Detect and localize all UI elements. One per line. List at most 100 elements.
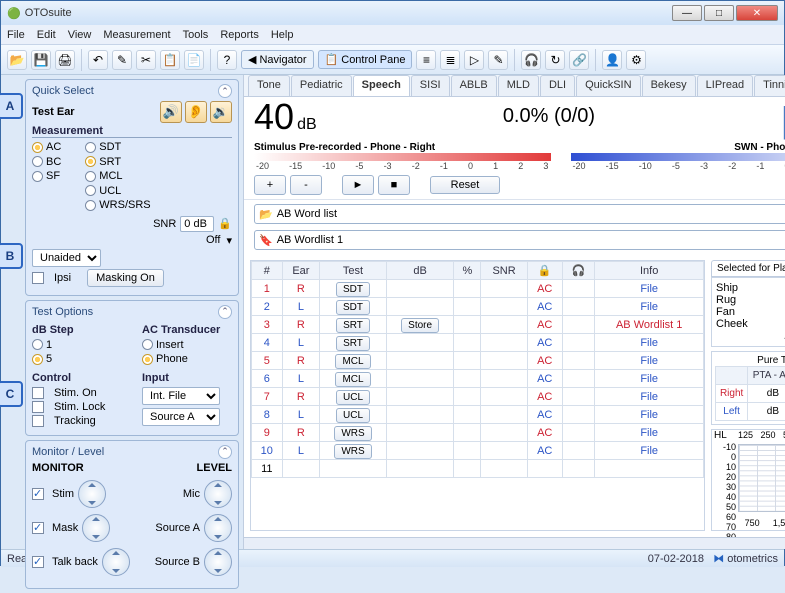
tool2-icon[interactable]: ≣ [440, 50, 460, 70]
edit-icon[interactable]: ✎ [488, 50, 508, 70]
reset-button[interactable]: Reset [430, 176, 500, 194]
user-icon[interactable]: 👤 [602, 50, 622, 70]
undo-icon[interactable]: ↶ [88, 50, 108, 70]
copy-icon[interactable]: 📋 [160, 50, 180, 70]
stim-on-checkbox[interactable] [32, 387, 44, 399]
test-sdt-button[interactable]: SDT [336, 300, 370, 315]
tab-bekesy[interactable]: Bekesy [642, 75, 696, 96]
sync-icon[interactable]: ↻ [545, 50, 565, 70]
headset-icon[interactable]: 🎧 [521, 50, 541, 70]
table-row[interactable]: 2LSDTACFile [252, 298, 704, 316]
menu-edit[interactable]: Edit [37, 29, 56, 41]
test-wrs-button[interactable]: WRS [334, 444, 371, 459]
ipsi-checkbox[interactable] [32, 272, 44, 284]
phone-radio[interactable]: Phone [142, 353, 188, 365]
tab-sisi[interactable]: SISI [411, 75, 450, 96]
ear-left-icon[interactable]: 🔉 [210, 101, 232, 123]
table-row[interactable]: 9RWRSACFile [252, 424, 704, 442]
control-panel-button[interactable]: 📋 Control Pane [318, 50, 413, 69]
menu-tools[interactable]: Tools [183, 29, 209, 41]
tab-ablb[interactable]: ABLB [451, 75, 497, 96]
meas-bc-radio[interactable]: BC [32, 156, 61, 168]
snr-input[interactable] [180, 216, 214, 232]
level-knob[interactable] [204, 480, 232, 508]
tab-tone[interactable]: Tone [248, 75, 290, 96]
meas-sf-radio[interactable]: SF [32, 170, 60, 182]
tracking-checkbox[interactable] [32, 415, 44, 427]
menu-help[interactable]: Help [271, 29, 294, 41]
cut-icon[interactable]: ✂ [136, 50, 156, 70]
test-sdt-button[interactable]: SDT [336, 282, 370, 297]
test-srt-button[interactable]: SRT [336, 336, 370, 351]
word-item[interactable]: Rug [716, 294, 785, 306]
navigator-button[interactable]: ◀ Navigator [241, 50, 314, 69]
menu-reports[interactable]: Reports [220, 29, 259, 41]
stop-button[interactable]: ■ [378, 175, 410, 195]
table-row[interactable]: 11 [252, 460, 704, 478]
aided-select[interactable]: Unaided [32, 249, 101, 267]
wordlist-folder[interactable]: 📂 AB Word list▾ [254, 204, 785, 224]
ear-right-icon[interactable]: 🔊 [160, 101, 182, 123]
store-button[interactable]: Store [401, 318, 439, 333]
insert-radio[interactable]: Insert [142, 339, 184, 351]
print-icon[interactable]: 🖨 [55, 50, 75, 70]
table-row[interactable]: 6LMCLACFile [252, 370, 704, 388]
tab-tinnitus[interactable]: Tinnitus [754, 75, 785, 96]
source-select[interactable]: Source A [142, 408, 220, 426]
meas-srt-radio[interactable]: SRT [85, 156, 121, 168]
collapse-icon[interactable]: ⌃ [218, 445, 232, 459]
save-icon[interactable]: 💾 [31, 50, 51, 70]
test-ucl-button[interactable]: UCL [336, 408, 370, 423]
tool-icon[interactable]: ≡ [416, 50, 436, 70]
table-row[interactable]: 8LUCLACFile [252, 406, 704, 424]
step-5-radio[interactable]: 5 [32, 353, 52, 365]
menu-measurement[interactable]: Measurement [103, 29, 170, 41]
tab-quicksin[interactable]: QuickSIN [576, 75, 640, 96]
table-row[interactable]: 7RUCLACFile [252, 388, 704, 406]
close-button[interactable]: ✕ [736, 5, 778, 21]
input-select[interactable]: Int. File [142, 387, 220, 405]
monitor-knob[interactable] [78, 480, 106, 508]
meas-sdt-radio[interactable]: SDT [85, 141, 121, 153]
ear-both-icon[interactable]: 👂 [185, 101, 207, 123]
test-mcl-button[interactable]: MCL [335, 372, 370, 387]
wordlist-select[interactable]: 🔖 AB Wordlist 1▾ [254, 230, 785, 250]
collapse-icon[interactable]: ⌃ [218, 84, 232, 98]
tab-pediatric[interactable]: Pediatric [291, 75, 352, 96]
tab-lipread[interactable]: LIPread [697, 75, 754, 96]
test-ucl-button[interactable]: UCL [336, 390, 370, 405]
monitor-stim-checkbox[interactable] [32, 488, 44, 500]
plus-button[interactable]: + [254, 175, 286, 195]
pref-icon[interactable]: ⚙ [626, 50, 646, 70]
test-wrs-button[interactable]: WRS [334, 426, 371, 441]
step-1-radio[interactable]: 1 [32, 339, 52, 351]
tool3-icon[interactable]: ▷ [464, 50, 484, 70]
paste-icon[interactable]: 📄 [184, 50, 204, 70]
minimize-button[interactable]: — [672, 5, 702, 21]
monitor-mask-checkbox[interactable] [32, 522, 44, 534]
minus-button[interactable]: - [290, 175, 322, 195]
open-icon[interactable]: 📂 [7, 50, 27, 70]
table-row[interactable]: 5RMCLACFile [252, 352, 704, 370]
test-srt-button[interactable]: SRT [336, 318, 370, 333]
word-item[interactable]: Fan [716, 306, 785, 318]
monitor-knob[interactable] [102, 548, 130, 576]
collapse-icon[interactable]: ⌃ [218, 305, 232, 319]
meas-ac-radio[interactable]: AC [32, 141, 61, 153]
menu-view[interactable]: View [68, 29, 92, 41]
help-icon[interactable]: ? [217, 50, 237, 70]
menu-file[interactable]: File [7, 29, 25, 41]
maximize-button[interactable]: □ [704, 5, 734, 21]
tab-mld[interactable]: MLD [498, 75, 539, 96]
masking-button[interactable]: Masking On [87, 269, 164, 287]
word-item[interactable]: Ship [716, 282, 785, 294]
level-knob[interactable] [204, 548, 232, 576]
test-mcl-button[interactable]: MCL [335, 354, 370, 369]
meas-wrs-srs-radio[interactable]: WRS/SRS [85, 199, 150, 211]
table-row[interactable]: 4LSRTACFile [252, 334, 704, 352]
rtab-0[interactable]: Selected for Play [711, 260, 785, 276]
table-row[interactable]: 1RSDTACFile [252, 280, 704, 298]
meas-ucl-radio[interactable]: UCL [85, 185, 121, 197]
stim-lock-checkbox[interactable] [32, 401, 44, 413]
monitor-knob[interactable] [82, 514, 110, 542]
